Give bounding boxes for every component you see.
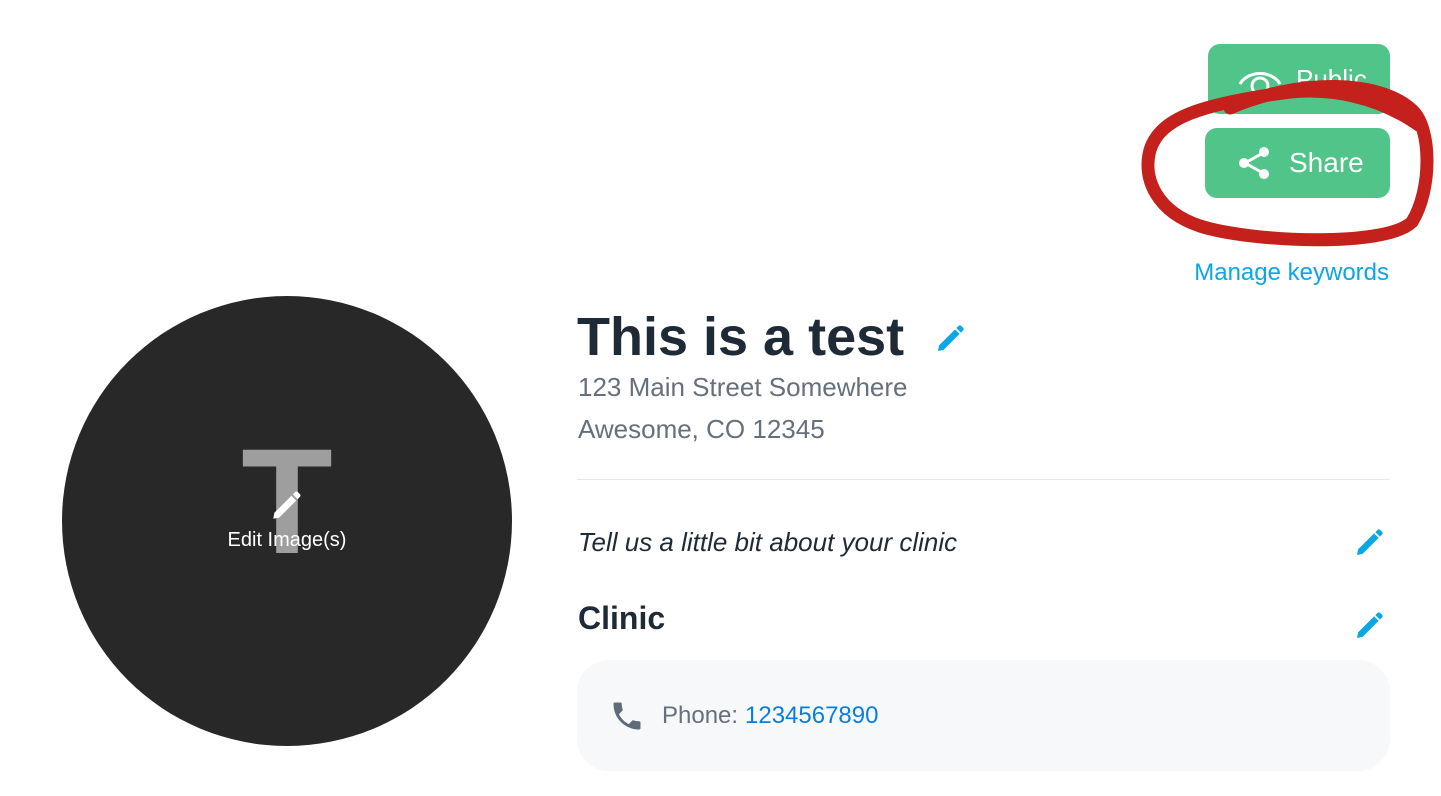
avatar[interactable]: T Edit Image(s) [62,296,512,746]
divider [577,479,1390,480]
phone-icon [609,698,645,739]
contact-card: Phone: 1234567890 [577,660,1390,771]
manage-keywords-link[interactable]: Manage keywords [1194,259,1389,287]
section-heading-clinic: Clinic [578,600,666,636]
phone-label: Phone: [662,702,739,729]
address-line-2: Awesome, CO 12345 [578,414,825,444]
eye-icon [1238,66,1282,96]
page-title: This is a test [577,307,905,367]
public-button[interactable]: Public [1208,44,1390,114]
address-line-1: 123 Main Street Somewhere [578,372,908,402]
public-button-label: Public [1296,64,1367,94]
share-button-label: Share [1289,147,1364,178]
pencil-icon[interactable] [1353,610,1385,647]
edit-images-label: Edit Image(s) [227,529,347,551]
share-button[interactable]: Share [1205,128,1390,198]
about-placeholder: Tell us a little bit about your clinic [578,527,958,557]
phone-number-link[interactable]: 1234567890 [745,702,878,730]
pencil-icon[interactable] [934,323,966,360]
pencil-icon [269,489,303,528]
share-icon [1237,146,1271,180]
pencil-icon[interactable] [1353,527,1385,564]
